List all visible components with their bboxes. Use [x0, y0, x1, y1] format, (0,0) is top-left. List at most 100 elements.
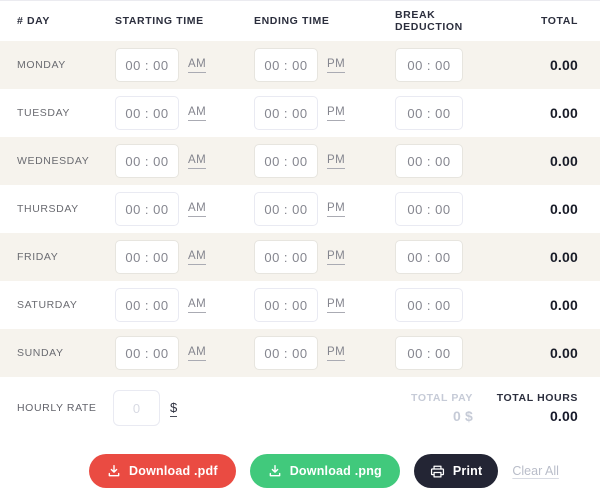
- actions-bar: Download .pdf Download .png Print Clear …: [0, 454, 600, 488]
- break-deduction-input[interactable]: [395, 240, 463, 274]
- print-button[interactable]: Print: [413, 454, 499, 488]
- ending-time-input[interactable]: [254, 288, 318, 322]
- break-deduction-cell: [395, 48, 495, 82]
- table-row: FRIDAY AM PM 0.00: [0, 233, 600, 281]
- starting-time-input[interactable]: [115, 96, 179, 130]
- ending-time-input[interactable]: [254, 96, 318, 130]
- break-deduction-cell: [395, 144, 495, 178]
- break-deduction-cell: [395, 288, 495, 322]
- starting-time-input[interactable]: [115, 144, 179, 178]
- total-pay-block: TOTAL PAY 0 $: [411, 392, 473, 424]
- ending-time-cell: PM: [254, 336, 395, 370]
- break-deduction-cell: [395, 336, 495, 370]
- break-deduction-cell: [395, 240, 495, 274]
- starting-time-cell: AM: [115, 240, 254, 274]
- clear-all-link[interactable]: Clear All: [512, 464, 559, 478]
- starting-time-cell: AM: [115, 336, 254, 370]
- starting-time-cell: AM: [115, 144, 254, 178]
- ending-time-cell: PM: [254, 96, 395, 130]
- day-label: FRIDAY: [17, 251, 59, 263]
- download-icon: [268, 464, 282, 478]
- day-label: WEDNESDAY: [17, 155, 90, 167]
- starting-time-cell: AM: [115, 96, 254, 130]
- download-icon: [107, 464, 121, 478]
- download-png-button[interactable]: Download .png: [249, 454, 400, 488]
- total-hours-label: TOTAL HOURS: [496, 392, 578, 404]
- starting-time-cell: AM: [115, 288, 254, 322]
- ending-time-cell: PM: [254, 288, 395, 322]
- hourly-rate-input[interactable]: [113, 390, 160, 426]
- header-total: TOTAL: [540, 15, 578, 27]
- download-png-label: Download .png: [289, 464, 382, 478]
- print-label: Print: [452, 464, 483, 478]
- table-row: THURSDAY AM PM 0.00: [0, 185, 600, 233]
- row-total-value: 0.00: [549, 201, 578, 217]
- break-deduction-cell: [395, 96, 495, 130]
- download-pdf-label: Download .pdf: [129, 464, 218, 478]
- break-deduction-input[interactable]: [395, 192, 463, 226]
- starting-time-cell: AM: [115, 48, 254, 82]
- break-deduction-input[interactable]: [395, 144, 463, 178]
- currency-symbol: $: [170, 399, 178, 417]
- row-total-value: 0.00: [549, 297, 578, 313]
- starting-time-cell: AM: [115, 192, 254, 226]
- total-pay-label: TOTAL PAY: [411, 392, 473, 404]
- total-hours-block: TOTAL HOURS 0.00: [473, 392, 578, 424]
- ending-time-input[interactable]: [254, 48, 318, 82]
- header-break-deduction: BREAK DEDUCTION: [395, 9, 463, 33]
- day-label: TUESDAY: [17, 107, 71, 119]
- table-row: SUNDAY AM PM 0.00: [0, 329, 600, 377]
- total-pay-value: 0 $: [452, 408, 473, 424]
- hourly-rate-label: HOURLY RATE: [17, 402, 97, 414]
- ending-meridiem-toggle[interactable]: PM: [327, 202, 346, 217]
- break-deduction-input[interactable]: [395, 288, 463, 322]
- table-header: # DAY STARTING TIME ENDING TIME BREAK DE…: [0, 1, 600, 41]
- table-row: TUESDAY AM PM 0.00: [0, 89, 600, 137]
- ending-time-input[interactable]: [254, 240, 318, 274]
- ending-time-cell: PM: [254, 144, 395, 178]
- break-deduction-cell: [395, 192, 495, 226]
- ending-time-cell: PM: [254, 192, 395, 226]
- ending-meridiem-toggle[interactable]: PM: [327, 250, 346, 265]
- starting-time-input[interactable]: [115, 48, 179, 82]
- ending-meridiem-toggle[interactable]: PM: [327, 346, 346, 361]
- starting-meridiem-toggle[interactable]: AM: [188, 58, 207, 73]
- starting-time-input[interactable]: [115, 336, 179, 370]
- starting-meridiem-toggle[interactable]: AM: [188, 202, 207, 217]
- break-deduction-input[interactable]: [395, 336, 463, 370]
- ending-time-cell: PM: [254, 48, 395, 82]
- ending-time-input[interactable]: [254, 192, 318, 226]
- starting-time-input[interactable]: [115, 192, 179, 226]
- download-pdf-button[interactable]: Download .pdf: [89, 454, 236, 488]
- table-row: WEDNESDAY AM PM 0.00: [0, 137, 600, 185]
- ending-meridiem-toggle[interactable]: PM: [327, 154, 346, 169]
- day-label: MONDAY: [17, 59, 66, 71]
- starting-meridiem-toggle[interactable]: AM: [188, 346, 207, 361]
- day-label: THURSDAY: [17, 203, 79, 215]
- break-deduction-input[interactable]: [395, 48, 463, 82]
- table-row: MONDAY AM PM 0.00: [0, 41, 600, 89]
- row-total-value: 0.00: [549, 345, 578, 361]
- starting-time-input[interactable]: [115, 288, 179, 322]
- starting-meridiem-toggle[interactable]: AM: [188, 106, 207, 121]
- day-label: SUNDAY: [17, 347, 64, 359]
- header-starting-time: STARTING TIME: [115, 15, 204, 27]
- header-ending-time: ENDING TIME: [254, 15, 330, 27]
- ending-meridiem-toggle[interactable]: PM: [327, 58, 346, 73]
- ending-time-input[interactable]: [254, 144, 318, 178]
- day-rows: MONDAY AM PM 0.00 TUESDAY AM PM: [0, 41, 600, 377]
- starting-time-input[interactable]: [115, 240, 179, 274]
- starting-meridiem-toggle[interactable]: AM: [188, 154, 207, 169]
- ending-meridiem-toggle[interactable]: PM: [327, 106, 346, 121]
- row-total-value: 0.00: [549, 105, 578, 121]
- ending-meridiem-toggle[interactable]: PM: [327, 298, 346, 313]
- starting-meridiem-toggle[interactable]: AM: [188, 298, 207, 313]
- ending-time-input[interactable]: [254, 336, 318, 370]
- day-label: SATURDAY: [17, 299, 78, 311]
- starting-meridiem-toggle[interactable]: AM: [188, 250, 207, 265]
- printer-icon: [430, 464, 445, 479]
- total-hours-value: 0.00: [549, 408, 578, 424]
- break-deduction-input[interactable]: [395, 96, 463, 130]
- header-day: # DAY: [17, 15, 50, 27]
- row-total-value: 0.00: [549, 153, 578, 169]
